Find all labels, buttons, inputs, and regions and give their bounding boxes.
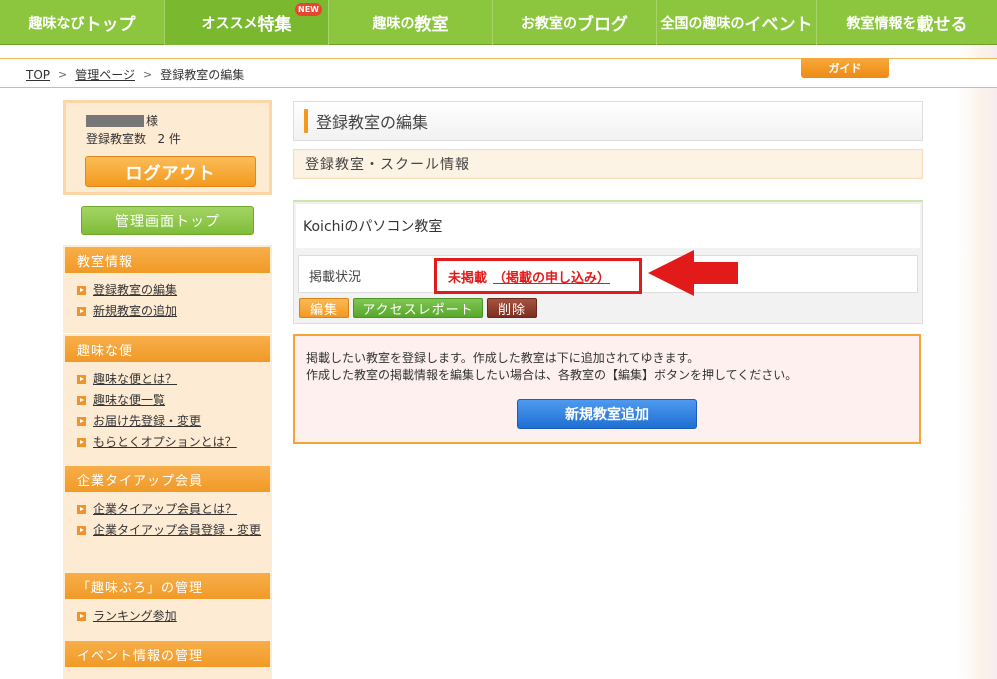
- add-classroom-panel: 掲載したい教室を登録します。作成した教室は下に追加されてゆきます。 作成した教室…: [293, 334, 921, 444]
- sidebar-section-events: イベント情報の管理: [63, 639, 272, 679]
- nav-classes-label: 趣味の: [372, 15, 415, 32]
- breadcrumb-bar: TOP > 管理ページ > 登録教室の編集 ガイド: [0, 58, 997, 88]
- registered-count: 登録教室数 2 件: [86, 130, 181, 147]
- nav-blog-label: お教室の: [521, 15, 577, 32]
- edit-button[interactable]: 編集: [299, 298, 349, 318]
- delete-button[interactable]: 削除: [487, 298, 537, 318]
- breadcrumb-top-link[interactable]: TOP: [26, 68, 50, 82]
- nav-featured[interactable]: オススメ 特集 NEW: [165, 0, 329, 45]
- listing-status-label: 掲載状況: [309, 270, 362, 285]
- arrow-right-icon: [77, 417, 86, 426]
- sidebar-item-label: 趣味な便一覧: [93, 393, 166, 407]
- sidebar-item-label: 企業タイアップ会員登録・変更: [93, 523, 262, 537]
- arrow-right-icon: [77, 375, 86, 384]
- sidebar-item-add-classroom[interactable]: 新規教室の追加: [77, 304, 264, 319]
- sidebar-item-label: ランキング参加: [93, 609, 177, 623]
- instruction-line: 作成した教室の掲載情報を編集したい場合は、各教室の【編集】ボタンを押してください…: [306, 368, 798, 382]
- section-subtitle: 登録教室・スクール情報: [293, 149, 923, 179]
- instruction-line: 掲載したい教室を登録します。作成した教室は下に追加されてゆきます。: [306, 351, 700, 365]
- classroom-actions: 編集 アクセスレポート 削除: [299, 298, 537, 318]
- sidebar-item-ranking[interactable]: ランキング参加: [77, 609, 264, 624]
- nav-post-info-label: 教室情報を: [846, 15, 917, 32]
- sidebar-item-label: もらとくオプションとは？: [93, 435, 237, 449]
- sidebar-section-title: イベント情報の管理: [65, 641, 270, 667]
- redacted-name: [86, 114, 144, 127]
- arrow-right-icon: [77, 286, 86, 295]
- user-name: 様: [86, 112, 158, 129]
- breadcrumb-admin-link[interactable]: 管理ページ: [75, 66, 135, 83]
- arrow-right-icon: [77, 307, 86, 316]
- breadcrumb-current: 登録教室の編集: [160, 68, 245, 82]
- nav-blog[interactable]: お教室の ブログ: [493, 0, 657, 45]
- page-title-text: 登録教室の編集: [316, 113, 429, 132]
- listing-status-value: 未掲載 （掲載の申し込み）: [434, 258, 642, 294]
- red-arrow-icon: [648, 250, 738, 296]
- sidebar-section-tieup: 企業タイアップ会員 企業タイアップ会員とは？ 企業タイアップ会員登録・変更: [63, 464, 272, 571]
- classroom-name: Koichiのパソコン教室: [296, 204, 920, 248]
- new-badge: NEW: [295, 3, 322, 16]
- classroom-card: Koichiのパソコン教室 掲載状況 未掲載 （掲載の申し込み） 編集 アクセスレ…: [293, 200, 923, 324]
- listing-apply-link[interactable]: （掲載の申し込み）: [493, 267, 610, 286]
- user-info-box: 様 登録教室数 2 件 ログアウト: [63, 100, 272, 195]
- sidebar-section-blog: 「趣味ぶろ」の管理 ランキング参加: [63, 571, 272, 639]
- top-navigation: 趣味なび トップ オススメ 特集 NEW 趣味の 教室 お教室の ブログ 全国の趣味のイ…: [0, 0, 997, 45]
- arrow-right-icon: [77, 438, 86, 447]
- nav-events-label: 全国の趣味の: [660, 15, 745, 32]
- nav-events-big: イベント: [744, 15, 813, 35]
- sidebar-section-title: 趣味な便: [65, 336, 270, 362]
- nav-featured-label: オススメ: [201, 15, 258, 32]
- registered-count-label: 登録教室数: [86, 132, 147, 146]
- arrow-right-icon: [77, 505, 86, 514]
- breadcrumb-separator: >: [143, 68, 153, 81]
- add-classroom-instructions: 掲載したい教室を登録します。作成した教室は下に追加されてゆきます。 作成した教室…: [306, 350, 797, 384]
- sidebar-section-shumibin: 趣味な便 趣味な便とは？ 趣味な便一覧 お届け先登録・変更 もらとくオプションと…: [63, 334, 272, 466]
- registered-count-value: 2 件: [157, 132, 181, 146]
- sidebar-item-edit-classroom[interactable]: 登録教室の編集: [77, 283, 264, 298]
- breadcrumb-separator: >: [58, 68, 68, 81]
- arrow-right-icon: [77, 396, 86, 405]
- add-classroom-button[interactable]: 新規教室追加: [517, 399, 697, 429]
- access-report-button[interactable]: アクセスレポート: [353, 298, 483, 318]
- sidebar-item-moratoku-option[interactable]: もらとくオプションとは？: [77, 435, 264, 450]
- nav-post-info-big: 載せる: [916, 15, 968, 35]
- sidebar-item-label: お届け先登録・変更: [93, 414, 202, 428]
- sidebar-item-label: 新規教室の追加: [93, 304, 178, 318]
- title-accent-bar: [304, 109, 308, 133]
- listing-status-row: 掲載状況 未掲載 （掲載の申し込み）: [298, 255, 918, 294]
- sidebar-item-label: 登録教室の編集: [93, 283, 178, 297]
- nav-blog-big: ブログ: [577, 15, 628, 35]
- sidebar-section-title: 教室情報: [65, 247, 270, 273]
- nav-top[interactable]: 趣味なび トップ: [0, 0, 165, 45]
- breadcrumb: TOP > 管理ページ > 登録教室の編集: [26, 66, 244, 83]
- sidebar-item-tieup-about[interactable]: 企業タイアップ会員とは？: [77, 502, 264, 517]
- nav-top-label: 趣味なび: [28, 15, 85, 32]
- listing-status-text: 未掲載: [448, 270, 488, 286]
- nav-top-big: トップ: [84, 15, 136, 35]
- arrow-right-icon: [77, 526, 86, 535]
- nav-classes[interactable]: 趣味の 教室: [329, 0, 493, 45]
- admin-top-button[interactable]: 管理画面トップ: [81, 206, 254, 235]
- nav-events[interactable]: 全国の趣味の イベント: [657, 0, 817, 45]
- sidebar-item-shumibin-about[interactable]: 趣味な便とは？: [77, 372, 264, 387]
- sidebar-item-label: 企業タイアップ会員とは？: [93, 502, 238, 516]
- sidebar-section-classroom: 教室情報 登録教室の編集 新規教室の追加: [63, 245, 272, 333]
- page-decoration: [957, 0, 997, 679]
- sidebar-section-title: 「趣味ぶろ」の管理: [65, 573, 270, 599]
- sidebar-item-label: 趣味な便とは？: [93, 372, 178, 386]
- nav-classes-big: 教室: [414, 15, 449, 35]
- guide-button[interactable]: ガイド: [801, 58, 889, 78]
- nav-featured-big: 特集: [257, 15, 292, 35]
- nav-post-info[interactable]: 教室情報を 載せる: [817, 0, 997, 45]
- logout-button[interactable]: ログアウト: [85, 156, 256, 187]
- sidebar-item-delivery-address[interactable]: お届け先登録・変更: [77, 414, 264, 429]
- sidebar-item-tieup-register[interactable]: 企業タイアップ会員登録・変更: [77, 523, 264, 538]
- page-title: 登録教室の編集: [293, 101, 923, 141]
- sidebar-section-title: 企業タイアップ会員: [65, 466, 270, 492]
- user-honorific: 様: [146, 114, 159, 128]
- arrow-right-icon: [77, 612, 86, 621]
- sidebar-item-shumibin-list[interactable]: 趣味な便一覧: [77, 393, 264, 408]
